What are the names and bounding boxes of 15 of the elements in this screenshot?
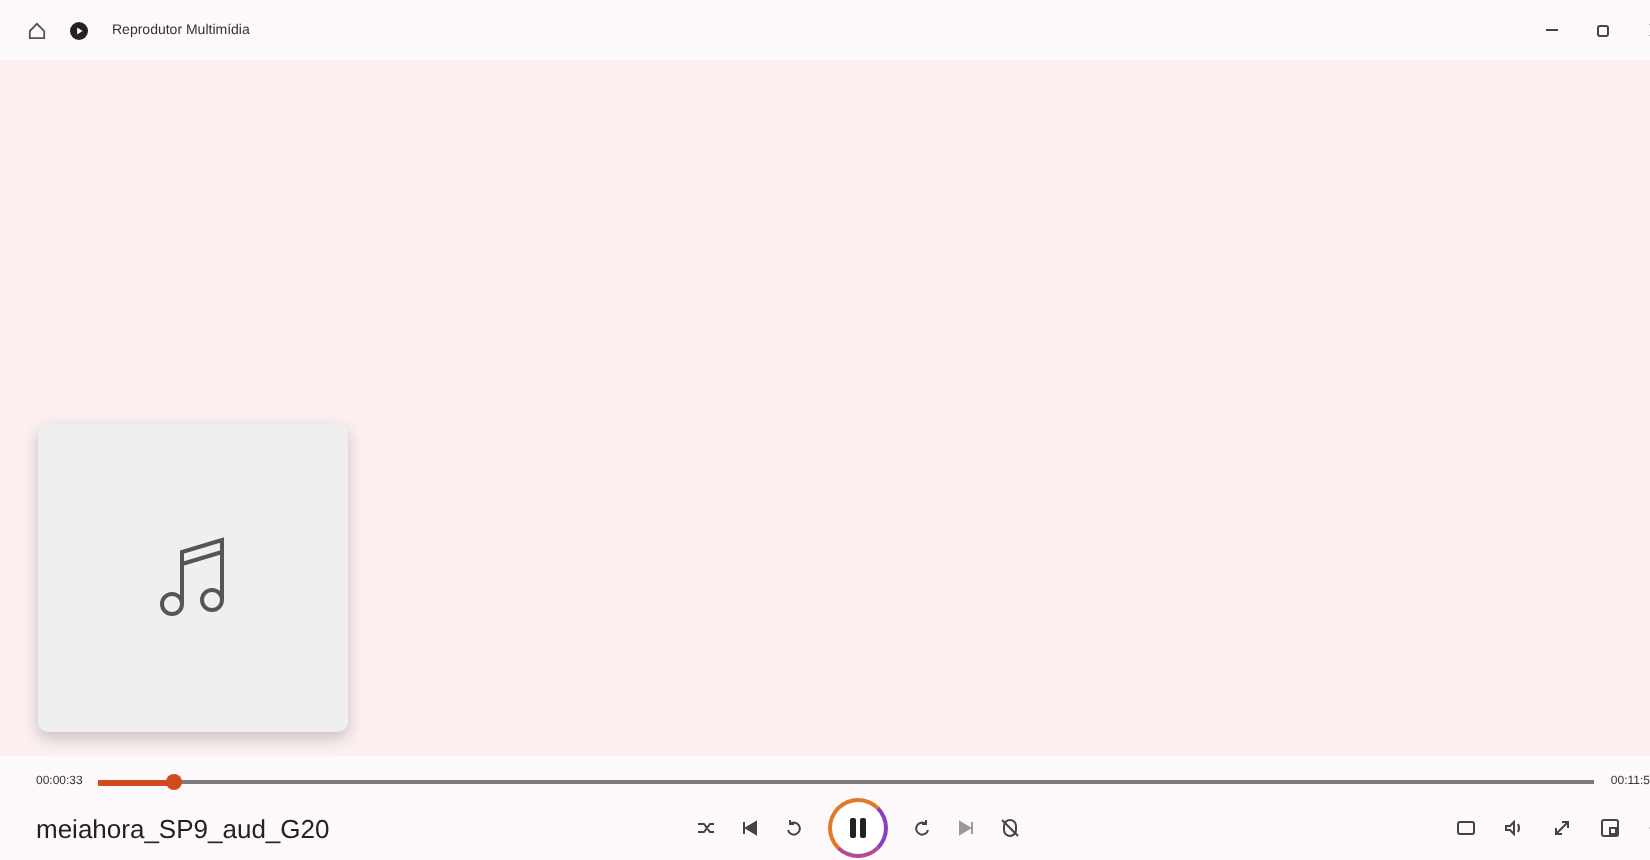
seek-thumb[interactable] [165,774,182,790]
track-title: meiahora_SP9_aud_G20 [36,813,332,843]
pause-icon [848,816,868,840]
previous-icon[interactable] [740,818,760,838]
home-icon[interactable] [28,21,46,39]
fullscreen-icon[interactable] [1552,818,1572,838]
caption-icon[interactable] [1456,818,1476,838]
mini-player-icon[interactable] [1600,818,1620,838]
play-logo-icon [70,21,88,39]
shuffle-icon[interactable] [696,818,716,838]
repeat-off-icon[interactable] [1000,818,1020,838]
next-icon[interactable] [956,818,976,838]
volume-icon[interactable] [1504,818,1524,838]
pause-button[interactable] [828,798,888,858]
restore-icon[interactable] [1596,22,1612,38]
